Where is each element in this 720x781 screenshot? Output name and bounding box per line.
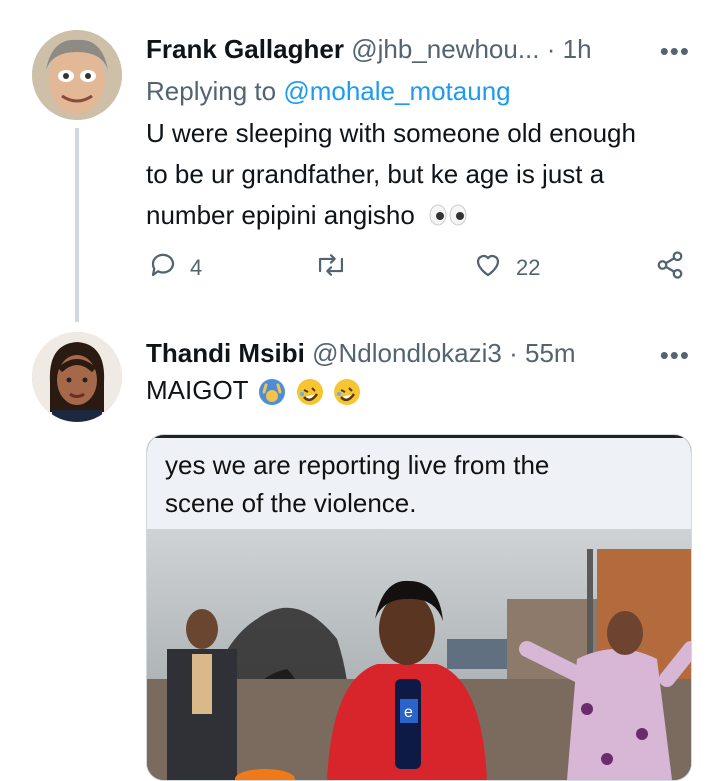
display-name[interactable]: Frank Gallagher [146, 34, 344, 64]
replying-prefix: Replying to [146, 76, 277, 106]
tweet-text-line: U were sleeping with someone old enough [146, 118, 636, 148]
eyes-emoji [428, 197, 468, 238]
reply-count: 4 [190, 255, 203, 280]
user-handle[interactable]: @Ndlondlokazi3 [312, 338, 502, 368]
timestamp[interactable]: 55m [525, 338, 576, 368]
separator-dot: · [509, 338, 518, 368]
tweet-media-image[interactable]: yes we are reporting live from the scene… [146, 434, 692, 781]
more-options-icon[interactable]: ••• [660, 340, 690, 371]
user-handle[interactable]: @jhb_newhou... [351, 34, 539, 64]
reply-button[interactable]: 4 [148, 250, 202, 286]
rolling-on-floor-laughing-emoji [333, 379, 360, 406]
tweet-header: Frank Gallagher @jhb_newhou... · 1h [146, 34, 592, 65]
tweet-thandi-msibi[interactable]: Thandi Msibi @Ndlondlokazi3 · 55m ••• MA… [0, 322, 720, 781]
svg-text:e: e [404, 704, 413, 721]
tweet-text-line: to be ur grandfather, but ke age is just… [146, 159, 605, 189]
share-icon [654, 250, 686, 286]
replying-to: Replying to @mohale_motaung [146, 76, 511, 107]
tweet-text-content: MAIGOT [146, 375, 249, 405]
tweet-text-line: number epipini angisho [146, 195, 636, 238]
meme-caption: yes we are reporting live from the scene… [147, 435, 691, 532]
caption-line: scene of the violence. [165, 488, 417, 518]
replying-mention-link[interactable]: @mohale_motaung [283, 76, 510, 106]
separator-dot: · [546, 34, 556, 64]
tweet-frank-gallagher[interactable]: Frank Gallagher @jhb_newhou... · 1h ••• … [0, 0, 720, 330]
meme-caption-text: yes we are reporting live from the scene… [165, 446, 549, 522]
like-button[interactable]: 22 [472, 250, 540, 286]
avatar-thandi-msibi[interactable] [32, 332, 122, 422]
retweet-icon [314, 250, 348, 286]
heart-icon [472, 250, 504, 286]
more-options-icon[interactable]: ••• [660, 36, 690, 67]
tweet-text: U were sleeping with someone old enough … [146, 113, 636, 238]
like-count: 22 [516, 255, 541, 280]
tweet-header: Thandi Msibi @Ndlondlokazi3 · 55m [146, 338, 576, 369]
person-raising-hands-emoji [259, 379, 286, 406]
tweet-text: MAIGOT [146, 370, 360, 411]
timestamp[interactable]: 1h [563, 34, 592, 64]
reply-icon [148, 250, 178, 286]
tweet-actions: 4 22 [146, 250, 696, 290]
rolling-on-floor-laughing-emoji [296, 379, 323, 406]
tweet-text-line-content: number epipini angisho [146, 200, 415, 230]
avatar-frank-gallagher[interactable] [32, 30, 122, 120]
share-button[interactable] [654, 250, 686, 286]
thread-line [75, 128, 79, 322]
news-scene-photo: e [147, 529, 691, 780]
retweet-button[interactable] [314, 250, 360, 286]
display-name[interactable]: Thandi Msibi [146, 338, 305, 368]
caption-line: yes we are reporting live from the [165, 450, 550, 480]
